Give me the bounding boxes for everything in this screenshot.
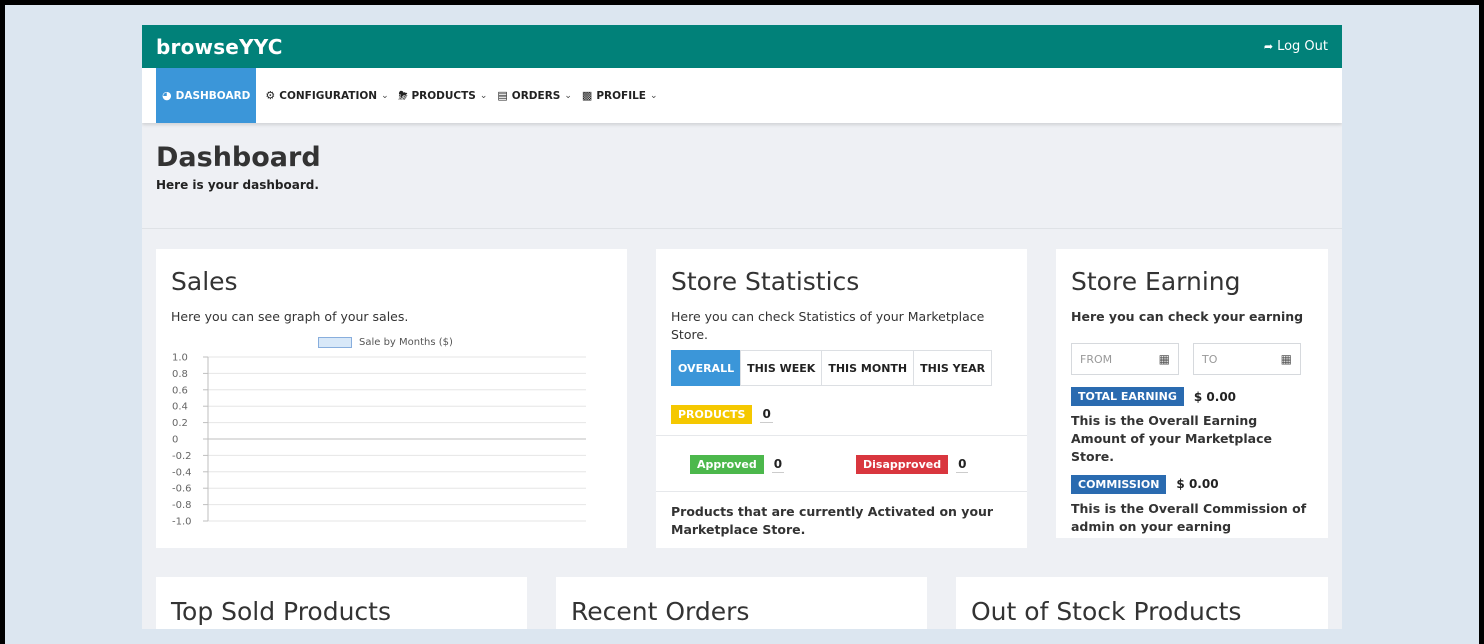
out-of-stock-card: Out of Stock Products <box>956 577 1328 629</box>
page-header: Dashboard Here is your dashboard. <box>142 123 1342 229</box>
gear-icon: ⚙ <box>265 89 276 102</box>
dashboard-icon: ◕ <box>162 89 172 102</box>
tab-this-week[interactable]: THIS WEEK <box>740 350 823 387</box>
recent-orders-card: Recent Orders <box>556 577 927 629</box>
sales-chart: 1.0 0.8 0.6 0.4 0.2 0 -0.2 -0.4 -0.6 -0.8 -1.0 <box>172 353 586 528</box>
chevron-down-icon: ⌄ <box>381 90 389 101</box>
nav-item-products[interactable]: ⛈ PRODUCTS ⌄ <box>394 68 493 123</box>
total-earning-badge: TOTAL EARNING <box>1071 387 1184 407</box>
sales-title: Sales <box>171 267 238 296</box>
card-title: Recent Orders <box>571 597 750 626</box>
y-tick-label: 0.2 <box>172 418 188 429</box>
commission-badge: COMMISSION <box>1071 474 1167 494</box>
disapproved-row: Disapproved 0 <box>856 455 969 474</box>
brand-logo[interactable]: browseYYC <box>156 35 283 59</box>
app-window: browseYYC ➦ Log Out ◕ DASHBOARD ⚙ CONFIG… <box>142 25 1342 629</box>
nav-item-dashboard[interactable]: ◕ DASHBOARD <box>156 68 257 123</box>
stats-title: Store Statistics <box>671 267 860 296</box>
tag-icon: ⛈ <box>398 88 408 102</box>
clipboard-icon: ▤ <box>497 89 508 102</box>
to-placeholder: TO <box>1202 352 1218 366</box>
y-tick-label: 0.4 <box>172 402 188 413</box>
disapproved-badge: Disapproved <box>856 455 949 474</box>
approved-count: 0 <box>771 456 785 473</box>
logout-label: Log Out <box>1277 39 1328 54</box>
commission-row: COMMISSION $ 0.00 <box>1071 474 1313 494</box>
stats-footer: Products that are currently Activated on… <box>671 504 994 538</box>
calendar-icon[interactable]: ▦ <box>1281 352 1292 366</box>
y-tick-label: 0.8 <box>172 369 188 380</box>
nav-item-configuration[interactable]: ⚙ CONFIGURATION ⌄ <box>260 68 393 123</box>
card-title: Out of Stock Products <box>971 597 1242 626</box>
top-bar: browseYYC ➦ Log Out <box>142 25 1342 68</box>
total-earning-row: TOTAL EARNING $ 0.00 <box>1071 387 1313 407</box>
approved-badge: Approved <box>690 455 764 474</box>
disapproved-count: 0 <box>956 456 969 473</box>
y-tick-label: -0.2 <box>172 451 192 462</box>
tab-overall[interactable]: OVERALL <box>671 350 742 387</box>
tab-this-year[interactable]: THIS YEAR <box>913 350 993 387</box>
stats-description: Here you can check Statistics of your Ma… <box>671 309 985 343</box>
products-count: 0 <box>760 406 773 423</box>
calendar-icon[interactable]: ▦ <box>1159 352 1170 366</box>
logout-button[interactable]: ➦ Log Out <box>1264 39 1328 54</box>
sales-card: Sales Here you can see graph of your sal… <box>156 249 627 548</box>
commission-value: $ 0.00 <box>1176 477 1219 491</box>
nav-label: CONFIGURATION <box>279 89 378 102</box>
date-range: FROM ▦ TO ▦ <box>1071 343 1313 376</box>
store-statistics-card: Store Statistics Here you can check Stat… <box>656 249 1027 548</box>
products-row: PRODUCTS 0 <box>671 405 773 424</box>
products-badge: PRODUCTS <box>671 405 753 424</box>
top-sold-products-card: Top Sold Products <box>156 577 527 629</box>
to-date-input[interactable]: TO ▦ <box>1193 343 1301 376</box>
divider <box>656 435 1027 436</box>
card-title: Top Sold Products <box>171 597 392 626</box>
logout-icon: ➦ <box>1263 40 1274 53</box>
from-placeholder: FROM <box>1080 352 1113 366</box>
chevron-down-icon: ⌄ <box>564 90 572 101</box>
nav-item-profile[interactable]: ▩ PROFILE ⌄ <box>577 68 663 123</box>
chevron-down-icon: ⌄ <box>479 90 488 101</box>
nav-label: PROFILE <box>596 89 646 102</box>
chevron-down-icon: ⌄ <box>649 90 658 101</box>
period-tabs: OVERALL THIS WEEK THIS MONTH THIS YEAR <box>671 350 1012 387</box>
earning-title: Store Earning <box>1071 267 1241 296</box>
page-subtitle: Here is your dashboard. <box>156 177 319 192</box>
main-nav: ◕ DASHBOARD ⚙ CONFIGURATION ⌄ ⛈ PRODUCTS… <box>142 68 1342 123</box>
nav-label: DASHBOARD <box>175 89 251 102</box>
nav-label: PRODUCTS <box>411 89 476 102</box>
commission-text: This is the Overall Commission of admin … <box>1071 500 1307 534</box>
nav-item-orders[interactable]: ▤ ORDERS ⌄ <box>492 68 577 123</box>
total-earning-value: $ 0.00 <box>1193 389 1237 404</box>
approved-row: Approved 0 <box>690 455 785 474</box>
divider <box>656 491 1027 492</box>
total-earning-text: This is the Overall Earning Amount of yo… <box>1071 413 1272 465</box>
id-card-icon: ▩ <box>581 89 593 102</box>
y-tick-label: -0.6 <box>172 484 192 495</box>
y-tick-label: -1.0 <box>172 517 192 528</box>
earning-description: Here you can check your earning <box>1071 309 1304 324</box>
sales-description: Here you can see graph of your sales. <box>171 309 409 324</box>
y-tick-label: 1.0 <box>172 353 188 364</box>
y-tick-label: -0.4 <box>172 467 192 478</box>
page-title: Dashboard <box>156 142 321 173</box>
y-tick-label: -0.8 <box>172 500 192 511</box>
y-tick-label: 0 <box>172 435 178 446</box>
nav-label: ORDERS <box>511 89 561 102</box>
store-earning-card: Store Earning Here you can check your ea… <box>1056 249 1328 538</box>
tab-this-month[interactable]: THIS MONTH <box>821 350 915 387</box>
y-tick-label: 0.6 <box>172 385 188 396</box>
from-date-input[interactable]: FROM ▦ <box>1071 343 1179 376</box>
